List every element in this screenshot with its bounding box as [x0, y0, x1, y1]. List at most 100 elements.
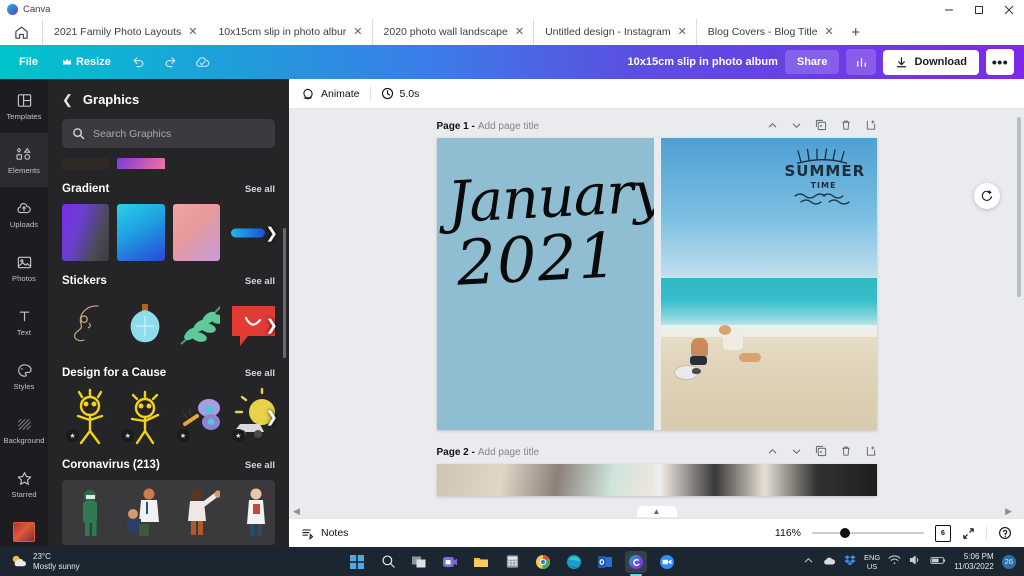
search-input[interactable]: Search Graphics — [62, 119, 275, 148]
new-tab-button[interactable]: + — [843, 19, 869, 45]
page-count-button[interactable]: 6 — [935, 524, 951, 542]
sticker-doctor-patient[interactable] — [117, 484, 164, 541]
sticker-butterfly[interactable]: ★ — [173, 388, 220, 445]
chevron-up-icon[interactable] — [803, 553, 814, 571]
chrome-button[interactable] — [532, 551, 554, 573]
page-right-photo[interactable]: SUMMER TIME — [660, 138, 877, 430]
gradient-swatch[interactable] — [62, 204, 110, 261]
close-button[interactable] — [994, 0, 1024, 19]
home-icon[interactable] — [0, 19, 42, 45]
teams-button[interactable] — [439, 551, 461, 573]
onedrive-icon[interactable] — [822, 553, 836, 571]
outlook-button[interactable] — [594, 551, 616, 573]
bar-chart-icon[interactable] — [846, 49, 877, 75]
january-text-element[interactable]: January 2021 — [445, 159, 653, 300]
panel-scroll-area[interactable]: Gradient See all ❯ Stickers See all ❯ De… — [48, 158, 289, 547]
canvas-scroll-area[interactable]: Page 1 - Add page title January 2021 SUM… — [289, 109, 1024, 517]
delete-page-icon[interactable] — [840, 119, 852, 134]
chevron-right-icon[interactable]: ❯ — [265, 224, 278, 242]
sidebar-item-photos[interactable]: Photos — [0, 241, 48, 295]
see-all-link[interactable]: See all — [245, 368, 275, 379]
sticker-doctor-clipboard[interactable] — [228, 484, 275, 541]
browser-tab-0[interactable]: 2021 Family Photo Layouts ✕ — [42, 19, 206, 45]
sticker-yellow-figure[interactable]: ★ — [117, 388, 164, 445]
wifi-icon[interactable] — [888, 553, 901, 571]
cloud-saved-icon[interactable] — [188, 49, 218, 75]
resize-button[interactable]: Resize — [51, 51, 122, 73]
collapse-canvas-handle[interactable]: ▲ — [636, 506, 677, 517]
sticker-nurse[interactable] — [62, 484, 109, 541]
sticker-ornament[interactable] — [117, 296, 164, 353]
sidebar-item-elements[interactable]: Elements — [0, 133, 48, 187]
minimize-button[interactable] — [934, 0, 964, 19]
see-all-link[interactable]: See all — [245, 460, 275, 471]
chevron-right-icon[interactable]: ❯ — [265, 408, 278, 426]
gradient-swatch[interactable] — [172, 204, 220, 261]
gradient-swatch[interactable] — [117, 204, 165, 261]
tab-close-icon[interactable]: ✕ — [823, 26, 836, 38]
fullscreen-icon[interactable] — [962, 527, 975, 540]
see-all-link[interactable]: See all — [245, 184, 275, 195]
browser-tab-1[interactable]: 10x15cm slip in photo albur ✕ — [206, 19, 372, 45]
move-down-icon[interactable] — [791, 446, 802, 460]
task-view-button[interactable] — [408, 551, 430, 573]
zoom-button[interactable] — [656, 551, 678, 573]
sticker-yellow-figure[interactable]: ★ — [62, 388, 109, 445]
start-button[interactable] — [346, 551, 368, 573]
tab-close-icon[interactable]: ✕ — [513, 26, 526, 38]
help-icon[interactable] — [998, 526, 1012, 540]
volume-icon[interactable] — [909, 553, 922, 571]
taskbar-clock[interactable]: 5:06 PM 11/03/2022 — [954, 552, 993, 572]
design-title[interactable]: 10x15cm slip in photo album — [627, 56, 777, 68]
sidebar-item-styles[interactable]: Styles — [0, 349, 48, 403]
more-options-button[interactable]: ••• — [986, 49, 1014, 75]
zoom-slider-knob[interactable] — [840, 528, 850, 538]
move-up-icon[interactable] — [767, 446, 778, 460]
design-canvas-page-2[interactable] — [436, 464, 877, 496]
scroll-right-icon[interactable]: ▶ — [1005, 506, 1012, 517]
calculator-button[interactable] — [501, 551, 523, 573]
summer-time-graphic[interactable]: SUMMER TIME — [785, 148, 864, 205]
sidebar-item-uploads[interactable]: Uploads — [0, 187, 48, 241]
notes-button[interactable]: Notes — [301, 527, 348, 540]
redo-icon[interactable] — [156, 49, 186, 75]
share-button[interactable]: Share — [784, 50, 840, 74]
tab-close-icon[interactable]: ✕ — [186, 26, 199, 38]
edge-button[interactable] — [563, 551, 585, 573]
canvas-scrollbar[interactable] — [1017, 117, 1021, 297]
tab-close-icon[interactable]: ✕ — [351, 26, 364, 38]
battery-icon[interactable] — [930, 553, 946, 571]
page-title-input[interactable]: Add page title — [478, 121, 539, 132]
page-title-input[interactable]: Add page title — [478, 447, 539, 458]
search-button[interactable] — [377, 551, 399, 573]
canva-button[interactable] — [625, 550, 647, 573]
panel-scrollbar[interactable] — [283, 228, 286, 358]
scroll-left-icon[interactable]: ◀ — [293, 506, 300, 517]
design-canvas-page-1[interactable]: January 2021 SUMMER TIME — [436, 138, 877, 430]
add-page-icon[interactable] — [865, 119, 877, 134]
notification-badge[interactable]: 26 — [1001, 554, 1016, 569]
browser-tab-3[interactable]: Untitled design - Instagram ✕ — [533, 19, 696, 45]
tab-close-icon[interactable]: ✕ — [676, 26, 689, 38]
move-up-icon[interactable] — [767, 120, 778, 134]
zoom-slider[interactable] — [812, 527, 924, 539]
maximize-button[interactable] — [964, 0, 994, 19]
add-page-icon[interactable] — [865, 445, 877, 460]
sticker-leaf[interactable] — [173, 296, 220, 353]
page-left-panel[interactable]: January 2021 — [436, 138, 654, 430]
sidebar-item-starred[interactable]: Starred — [0, 457, 48, 511]
download-button[interactable]: Download — [883, 49, 979, 75]
delete-page-icon[interactable] — [840, 445, 852, 460]
page-duration-button[interactable]: 5.0s — [381, 87, 419, 100]
sidebar-item-templates[interactable]: Templates — [0, 79, 48, 133]
move-down-icon[interactable] — [791, 120, 802, 134]
add-comment-icon[interactable] — [974, 183, 1000, 209]
sidebar-item-text[interactable]: Text — [0, 295, 48, 349]
sticker-doctor-wave[interactable] — [173, 484, 220, 541]
file-menu-button[interactable]: File — [8, 51, 49, 73]
duplicate-page-icon[interactable] — [815, 445, 827, 460]
sidebar-item-background[interactable]: Background — [0, 403, 48, 457]
weather-widget[interactable]: 23°C Mostly sunny — [0, 552, 80, 572]
animate-button[interactable]: Animate — [301, 87, 360, 101]
file-explorer-button[interactable] — [470, 551, 492, 573]
